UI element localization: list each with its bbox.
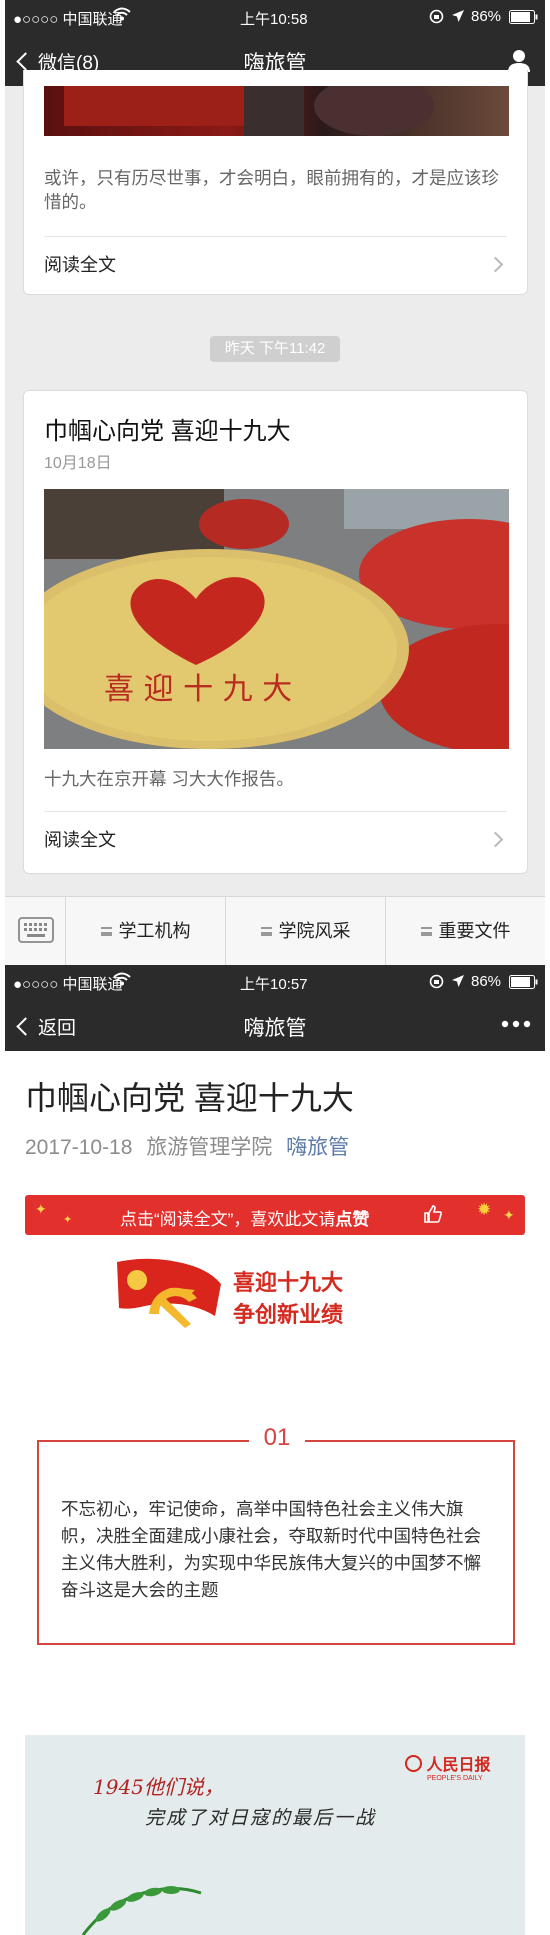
article-excerpt: 或许，只有历尽世事，才会明白，眼前拥有的，才是应该珍惜的。: [44, 168, 499, 212]
article-date: 10月18日: [44, 455, 112, 472]
nav-bar: 返回 嗨旅管: [5, 999, 545, 1051]
sun-icon: ✹: [477, 1200, 492, 1219]
wechat-account-feed: ●○○○○ 中国联通 上午10:58 86% 微信(8) 嗨旅管 或许，只有历尽…: [5, 0, 545, 965]
wifi-icon: [113, 971, 131, 991]
chevron-right-icon: [487, 256, 504, 273]
keyboard-icon: [18, 917, 54, 948]
like-prompt-banner: ✦ ✦ 点击“阅读全文”，喜欢此文请点赞 ✹ ✦: [25, 1195, 525, 1235]
menu-lines-icon: [420, 927, 432, 936]
location-icon: [451, 9, 465, 27]
read-more-link[interactable]: 阅读全文: [44, 811, 507, 867]
poster-caption: 完成了对日寇的最后一战: [145, 1807, 377, 1829]
menu-tab-label: 学院风采: [278, 921, 351, 941]
wifi-icon: [113, 6, 131, 26]
section-number: 01: [249, 1424, 305, 1452]
sparkle-icon: ✦: [35, 1201, 47, 1217]
article-meta: 2017-10-18 旅游管理学院 嗨旅管: [25, 1131, 349, 1161]
section-text: 不忘初心，牢记使命，高举中国特色社会主义伟大旗帜，决胜全面建成小康社会，夺取新时…: [61, 1499, 481, 1600]
banner-text: 点击“阅读全文”，喜欢此文请点赞: [120, 1210, 370, 1229]
carrier-label: ●○○○○ 中国联通: [13, 976, 123, 993]
article-excerpt: 十九大在京开幕 习大大作报告。: [44, 769, 294, 789]
article-title: 巾帼心向党 喜迎十九大: [44, 418, 291, 445]
menu-tab-3[interactable]: 重要文件: [385, 897, 545, 965]
more-options-icon[interactable]: [501, 1014, 531, 1040]
menu-tab-2[interactable]: 学院风采: [225, 897, 385, 965]
chevron-right-icon: [487, 831, 504, 848]
laurel-icon: [73, 1885, 203, 1935]
menu-tab-label: 学工机构: [118, 921, 191, 941]
nav-title: 嗨旅管: [243, 1017, 307, 1040]
article-author: 旅游管理学院: [146, 1136, 273, 1159]
carrier-label: ●○○○○ 中国联通: [13, 11, 123, 28]
article-card-previous[interactable]: 或许，只有历尽世事，才会明白，眼前拥有的，才是应该珍惜的。 阅读全文: [23, 70, 528, 295]
location-icon: [451, 974, 465, 992]
article-card[interactable]: 巾帼心向党 喜迎十九大 10月18日 喜 迎 十 九 大 十九大在京开幕 习大大…: [23, 390, 528, 874]
battery-percent: 86%: [471, 8, 502, 25]
battery-icon: [509, 10, 539, 28]
account-link[interactable]: 嗨旅管: [286, 1136, 349, 1159]
party-flag-emblem: [115, 1258, 225, 1338]
read-more-label: 阅读全文: [44, 255, 116, 275]
message-timestamp: 昨天 下午11:42: [210, 336, 340, 362]
sparkle-icon: ✦: [503, 1207, 515, 1223]
article-cover-image: 喜 迎 十 九 大: [44, 489, 509, 749]
svg-text:喜 迎 十 九 大: 喜 迎 十 九 大: [104, 672, 292, 707]
read-more-label: 阅读全文: [44, 830, 116, 850]
menu-lines-icon: [260, 927, 272, 936]
poster-caption: 1945他们说，: [93, 1775, 224, 1799]
keyboard-toggle-button[interactable]: [5, 897, 65, 965]
poster-image: 1945他们说， 完成了对日寇的最后一战 人民日报 PEOPLE'S DAILY: [25, 1735, 525, 1935]
article-date: 2017-10-18: [25, 1136, 133, 1159]
rotation-lock-icon: [429, 974, 444, 993]
menu-tab-label: 重要文件: [438, 921, 511, 941]
slogan: 喜迎十九大 争创新业绩: [233, 1267, 343, 1331]
clock-label: 上午10:58: [240, 11, 308, 28]
people-daily-logo: 人民日报 PEOPLE'S DAILY: [405, 1751, 490, 1782]
menu-lines-icon: [100, 927, 112, 936]
menu-tab-1[interactable]: 学工机构: [65, 897, 225, 965]
thumbs-up-icon: [423, 1204, 443, 1229]
menu-bar: 学工机构 学院风采 重要文件: [5, 896, 545, 965]
article-cover-image: [44, 76, 509, 136]
status-bar: ●○○○○ 中国联通 上午10:57 86%: [5, 965, 545, 999]
slogan-line: 争创新业绩: [233, 1302, 344, 1327]
read-more-link[interactable]: 阅读全文: [44, 236, 507, 292]
section-box: 01 不忘初心，牢记使命，高举中国特色社会主义伟大旗帜，决胜全面建成小康社会，夺…: [37, 1424, 515, 1645]
article-detail-page: ●○○○○ 中国联通 上午10:57 86% 返回 嗨旅管 巾帼心向党 喜迎十九…: [5, 965, 545, 1935]
rotation-lock-icon: [429, 9, 444, 28]
clock-label: 上午10:57: [240, 976, 308, 993]
sparkle-icon: ✦: [63, 1214, 73, 1226]
slogan-line: 喜迎十九大: [233, 1270, 344, 1295]
battery-percent: 86%: [471, 973, 502, 990]
status-bar: ●○○○○ 中国联通 上午10:58 86%: [5, 0, 545, 34]
logo-mark-icon: [405, 1754, 422, 1772]
article-title: 巾帼心向党 喜迎十九大: [25, 1080, 354, 1116]
battery-icon: [509, 975, 539, 993]
